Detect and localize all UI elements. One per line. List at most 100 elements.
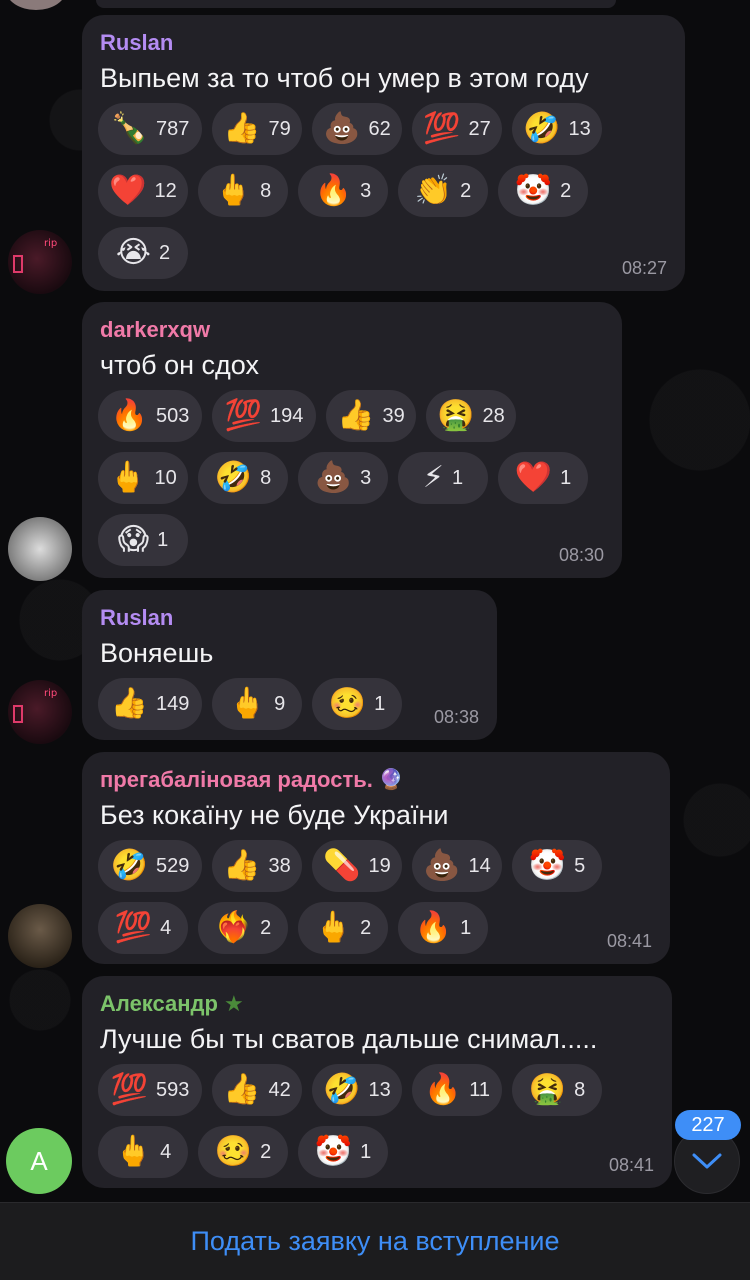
reaction-crying[interactable]: 😭 2 [98,227,188,279]
reaction-poop[interactable]: 💩 62 [312,103,402,155]
message-bubble[interactable]: darkerxqw чтоб он сдох 🔥 503 💯 194 👍 39 🤮 28 🖕 10… [82,302,622,578]
message-bubble[interactable]: Ruslan Выпьем за то чтоб он умер в этом … [82,15,685,291]
hundred-icon: 💯 [110,1073,148,1106]
reaction-lightning[interactable]: ⚡ 1 [398,452,488,504]
reaction-count: 10 [154,466,177,489]
reaction-count: 1 [460,916,472,939]
pill-icon: 💊 [323,849,361,882]
reaction-thumbs-up[interactable]: 👍 42 [212,1064,302,1116]
previous-message-bubble [96,0,616,8]
reaction-poop[interactable]: 💩 3 [298,452,388,504]
woozy-icon: 🥴 [328,687,367,720]
message-bubble[interactable]: Ruslan Воняешь 👍 149 🖕 9 🥴 1 08:38 [82,590,497,740]
rofl-icon: 🤣 [110,849,148,882]
reaction-count: 593 [155,1078,190,1101]
reaction-fire[interactable]: 🔥 503 [98,390,202,442]
hundred-icon: 💯 [114,911,153,944]
avatar[interactable] [8,517,72,581]
middle-finger-icon: 🖕 [214,174,253,207]
reaction-row: ❤️ 12 🖕 8 🔥 3 👏 2 🤡 2 [98,165,602,217]
avatar[interactable]: rip [8,680,72,744]
reaction-count: 787 [155,117,190,140]
avatar[interactable]: rip [8,230,72,294]
reaction-count: 2 [260,1140,272,1163]
reactions: 🍾 787 👍 79 💩 62 💯 27 🤣 13 ❤️ 12 🖕 8 🔥 3 👏 2 🤡 2 😭 2 [98,103,602,289]
reaction-rofl[interactable]: 🤣 13 [312,1064,402,1116]
reaction-thumbs-up[interactable]: 👍 149 [98,678,202,730]
sender-name[interactable]: прегабаліновая радость. 🔮 [100,766,652,794]
middle-finger-icon: 🖕 [114,1135,153,1168]
reaction-count: 2 [360,916,372,939]
reaction-hundred[interactable]: 💯 4 [98,902,188,954]
reaction-rofl[interactable]: 🤣 8 [198,452,288,504]
reaction-rofl[interactable]: 🤣 529 [98,840,202,892]
reaction-clown[interactable]: 🤡 5 [512,840,602,892]
avatar[interactable]: A [6,1128,72,1194]
reactions: 🤣 529 👍 38 💊 19 💩 14 🤡 5 💯 4 ❤️‍🔥 2 🖕 2 🔥 1 [98,840,602,964]
reaction-count: 2 [158,241,171,264]
reaction-thumbs-up[interactable]: 👍 38 [212,840,302,892]
reaction-heart[interactable]: ❤️ 1 [498,452,588,504]
reaction-count: 1 [451,466,464,489]
crying-icon: 😭 [115,236,151,269]
vomit-icon: 🤮 [528,1073,567,1106]
reaction-heart[interactable]: ❤️ 12 [98,165,188,217]
reaction-middle-finger[interactable]: 🖕 2 [298,902,388,954]
poop-icon: 💩 [323,112,361,145]
reactions: 💯 593 👍 42 🤣 13 🔥 11 🤮 8 🖕 4 🥴 2 🤡 1 [98,1064,602,1188]
reaction-count: 14 [468,854,491,877]
reaction-vomit[interactable]: 🤮 28 [426,390,516,442]
reaction-count: 2 [560,179,572,202]
reaction-heart-on-fire[interactable]: ❤️‍🔥 2 [198,902,288,954]
message-time: 08:41 [608,1155,654,1175]
reaction-champagne[interactable]: 🍾 787 [98,103,202,155]
reaction-clown[interactable]: 🤡 1 [298,1126,388,1178]
reaction-clown[interactable]: 🤡 2 [498,165,588,217]
sender-name[interactable]: Ruslan [100,604,479,632]
reaction-rofl[interactable]: 🤣 13 [512,103,602,155]
message-bubble[interactable]: Александр ★ Лучше бы ты сватов дальше сни… [82,976,672,1188]
reaction-count: 2 [460,179,472,202]
reaction-woozy[interactable]: 🥴 1 [312,678,402,730]
message-time: 08:41 [606,931,652,951]
reaction-count: 42 [268,1078,291,1101]
message-bubble[interactable]: прегабаліновая радость. 🔮 Без кокаїну не … [82,752,670,964]
reaction-count: 27 [468,117,491,140]
avatar[interactable] [8,904,72,968]
sender-name[interactable]: Александр ★ [100,990,654,1018]
join-request-button[interactable]: Подать заявку на вступление [191,1226,560,1257]
middle-finger-icon: 🖕 [314,911,353,944]
reaction-vomit[interactable]: 🤮 8 [512,1064,602,1116]
reaction-hundred[interactable]: 💯 194 [212,390,316,442]
reaction-scream[interactable]: 😱 1 [98,514,188,566]
reaction-row: 🖕 4 🥴 2 🤡 1 [98,1126,602,1178]
sender-name[interactable]: darkerxqw [100,316,604,344]
reaction-row: 🍾 787 👍 79 💩 62 💯 27 🤣 13 [98,103,602,155]
reaction-fire[interactable]: 🔥 1 [398,902,488,954]
reaction-count: 62 [368,117,391,140]
reaction-woozy[interactable]: 🥴 2 [198,1126,288,1178]
reaction-count: 4 [160,916,172,939]
reaction-middle-finger[interactable]: 🖕 10 [98,452,188,504]
reaction-middle-finger[interactable]: 🖕 8 [198,165,288,217]
reaction-poop[interactable]: 💩 14 [412,840,502,892]
reaction-thumbs-up[interactable]: 👍 39 [326,390,416,442]
reaction-count: 5 [574,854,586,877]
reaction-fire[interactable]: 🔥 3 [298,165,388,217]
reaction-middle-finger[interactable]: 🖕 4 [98,1126,188,1178]
reaction-hundred[interactable]: 💯 27 [412,103,502,155]
reaction-middle-finger[interactable]: 🖕 9 [212,678,302,730]
reaction-thumbs-up[interactable]: 👍 79 [212,103,302,155]
reaction-pill[interactable]: 💊 19 [312,840,402,892]
avatar-letter: A [30,1145,48,1176]
reaction-hundred[interactable]: 💯 593 [98,1064,202,1116]
reaction-count: 529 [155,854,190,877]
message-text: чтоб он сдох [100,350,260,380]
reaction-count: 3 [360,179,372,202]
reaction-fire[interactable]: 🔥 11 [412,1064,502,1116]
sender-name[interactable]: Ruslan [100,29,667,57]
reaction-count: 1 [560,466,572,489]
heart-icon: ❤️ [514,461,553,494]
thumbs-up-icon: 👍 [223,1073,261,1106]
reaction-clap[interactable]: 👏 2 [398,165,488,217]
